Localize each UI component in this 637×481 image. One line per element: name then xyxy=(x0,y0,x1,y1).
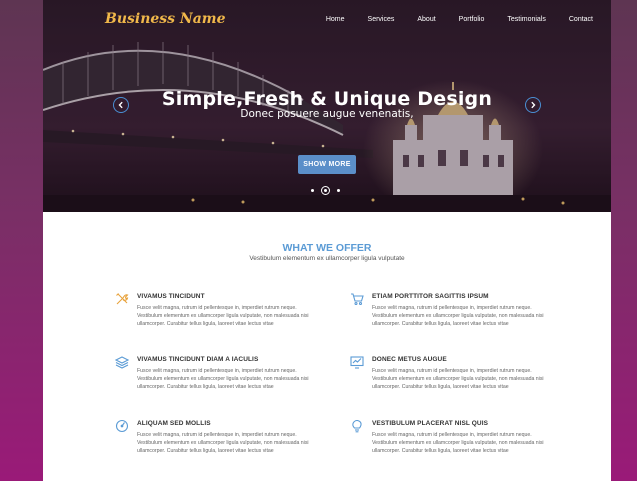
hero-subtitle: Donec posuere augue venenatis, xyxy=(240,108,414,120)
hero-slider: Business Name Home Services About Portfo… xyxy=(43,0,611,212)
slider-dot[interactable] xyxy=(337,189,340,192)
feature-title: VIVAMUS TINCIDUNT xyxy=(137,293,205,300)
feature-text: Fusce velit magna, rutrum id pellentesqu… xyxy=(372,368,544,390)
feature-title: VIVAMUS TINCIDUNT DIAM A IACULIS xyxy=(137,356,259,363)
cart-icon xyxy=(351,293,364,306)
hero-title: Simple,Fresh & Unique Design xyxy=(161,88,493,110)
feature-text: Fusce velit magna, rutrum id pellentesqu… xyxy=(137,432,309,454)
tools-icon xyxy=(116,293,129,305)
nav-link-home[interactable]: Home xyxy=(326,16,345,23)
slider-dot[interactable] xyxy=(311,189,314,192)
feature-title: VESTIBULUM PLACERAT NISL QUIS xyxy=(372,420,489,427)
show-more-button[interactable]: SHOW MORE xyxy=(298,155,356,174)
feature-title: ALIQUAM SED MOLLIS xyxy=(137,420,211,427)
nav-links: Home Services About Portfolio Testimonia… xyxy=(303,16,593,23)
layers-icon xyxy=(115,356,129,369)
feature-title: ETIAM PORTTITOR SAGITTIS IPSUM xyxy=(372,293,489,300)
nav-link-contact[interactable]: Contact xyxy=(569,16,593,23)
feature-text: Fusce velit magna, rutrum id pellentesqu… xyxy=(372,305,544,327)
nav-link-portfolio[interactable]: Portfolio xyxy=(459,16,485,23)
section-subtitle: Vestibulum elementum ex ullamcorper ligu… xyxy=(249,255,405,262)
navbar: Business Name Home Services About Portfo… xyxy=(43,0,611,38)
slider-dot-active[interactable] xyxy=(321,186,330,195)
brand-logo[interactable]: Business Name xyxy=(105,11,226,27)
page: Business Name Home Services About Portfo… xyxy=(43,0,611,481)
gauge-icon xyxy=(115,419,129,433)
chart-screen-icon xyxy=(350,356,364,369)
nav-link-testimonials[interactable]: Testimonials xyxy=(507,16,546,23)
feature-text: Fusce velit magna, rutrum id pellentesqu… xyxy=(137,305,309,327)
nav-link-about[interactable]: About xyxy=(417,16,435,23)
feature-text: Fusce velit magna, rutrum id pellentesqu… xyxy=(137,368,309,390)
section-title: WHAT WE OFFER xyxy=(282,242,372,254)
feature-title: DONEC METUS AUGUE xyxy=(372,356,447,363)
lightbulb-icon xyxy=(352,419,362,433)
feature-text: Fusce velit magna, rutrum id pellentesqu… xyxy=(372,432,544,454)
slider-indicators xyxy=(311,186,340,195)
nav-link-services[interactable]: Services xyxy=(368,16,395,23)
